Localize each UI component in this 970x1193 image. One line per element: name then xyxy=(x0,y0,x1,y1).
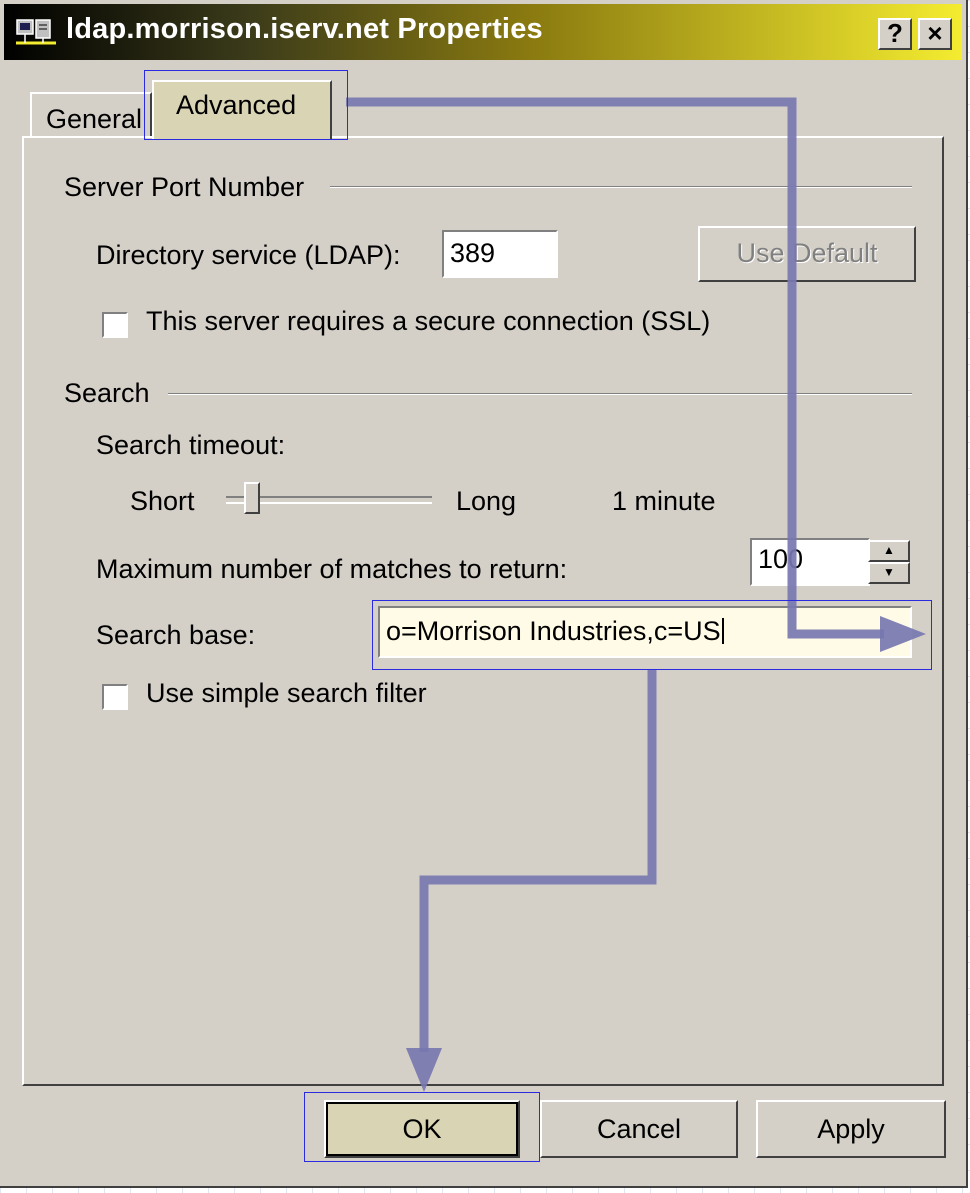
search-timeout-value: 1 minute xyxy=(612,486,716,516)
properties-dialog: ldap.morrison.iserv.net Properties ? × G… xyxy=(0,0,968,1188)
cancel-button[interactable]: Cancel xyxy=(540,1100,738,1158)
apply-button[interactable]: Apply xyxy=(756,1100,946,1158)
use-default-button[interactable]: Use Default xyxy=(698,226,916,282)
ok-button-highlight xyxy=(304,1092,540,1162)
max-matches-label: Maximum number of matches to return: xyxy=(96,554,568,584)
ldap-port-label: Directory service (LDAP): xyxy=(96,240,401,270)
max-matches-spinner[interactable]: ▲ ▼ xyxy=(868,540,910,584)
network-server-icon xyxy=(16,19,56,45)
ldap-port-input[interactable]: 389 xyxy=(442,230,558,278)
help-button[interactable]: ? xyxy=(878,18,912,50)
title-bar[interactable]: ldap.morrison.iserv.net Properties ? × xyxy=(4,4,962,60)
slider-min-label: Short xyxy=(130,486,195,516)
advanced-tab-highlight xyxy=(144,70,348,140)
server-port-group-divider xyxy=(330,186,912,188)
search-base-highlight xyxy=(372,600,932,670)
ssl-checkbox-label: This server requires a secure connection… xyxy=(146,306,711,336)
simple-filter-checkbox-label: Use simple search filter xyxy=(146,678,427,708)
window-title: ldap.morrison.iserv.net Properties xyxy=(66,13,543,45)
search-timeout-label: Search timeout: xyxy=(96,430,286,460)
server-port-group-label: Server Port Number xyxy=(64,172,305,202)
simple-filter-checkbox[interactable] xyxy=(102,684,128,710)
spin-down-arrow-icon[interactable]: ▼ xyxy=(868,562,910,584)
search-timeout-slider-thumb[interactable] xyxy=(244,482,260,514)
close-button[interactable]: × xyxy=(918,18,952,50)
search-group-label: Search xyxy=(64,378,150,408)
max-matches-input[interactable]: 100 xyxy=(750,538,870,586)
slider-max-label: Long xyxy=(456,486,517,516)
tab-general[interactable]: General xyxy=(30,92,152,138)
spin-up-arrow-icon[interactable]: ▲ xyxy=(868,540,910,562)
search-base-label: Search base: xyxy=(96,620,256,650)
ssl-checkbox[interactable] xyxy=(102,312,128,338)
search-group-divider xyxy=(168,393,912,395)
